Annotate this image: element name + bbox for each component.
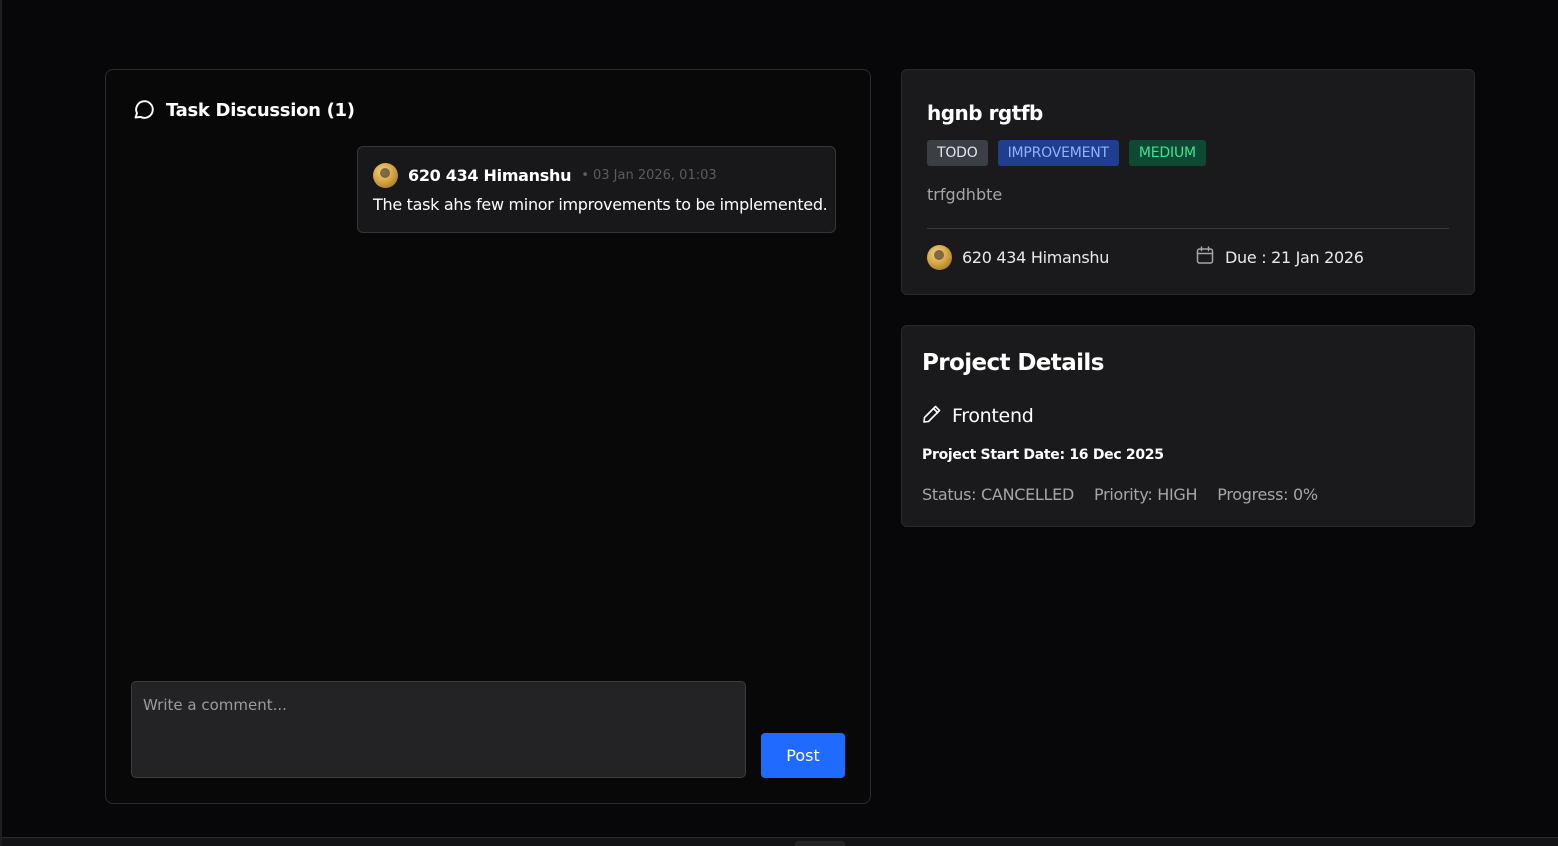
project-details-heading: Project Details <box>922 350 1104 376</box>
divider <box>927 228 1449 229</box>
comment-timestamp: • 03 Jan 2026, 01:03 <box>581 168 717 183</box>
bottom-bar <box>2 837 1558 846</box>
assignee-name: 620 434 Himanshu <box>962 248 1110 267</box>
project-status: Status: CANCELLED <box>922 485 1074 504</box>
avatar <box>927 245 952 270</box>
discussion-title: Task Discussion (1) <box>166 99 355 121</box>
task-badges: TODO IMPROVEMENT MEDIUM <box>927 140 1206 166</box>
comment-text: The task ahs few minor improvements to b… <box>373 195 828 214</box>
comment-item: 620 434 Himanshu • 03 Jan 2026, 01:03 Th… <box>357 146 836 233</box>
task-title: hgnb rgtfb <box>927 101 1043 125</box>
pencil-icon <box>922 404 942 428</box>
post-button[interactable]: Post <box>761 733 845 778</box>
task-due-date: Due : 21 Jan 2026 <box>1196 246 1364 269</box>
status-badge: TODO <box>927 140 988 166</box>
type-badge: IMPROVEMENT <box>997 140 1119 166</box>
project-name: Frontend <box>952 405 1034 427</box>
comment-header: 620 434 Himanshu • 03 Jan 2026, 01:03 <box>373 163 717 188</box>
project-start-date: Project Start Date: 16 Dec 2025 <box>922 447 1164 463</box>
task-description: trfgdhbte <box>927 185 1003 204</box>
priority-badge: MEDIUM <box>1128 140 1206 166</box>
project-progress: Progress: 0% <box>1217 485 1318 504</box>
comment-input[interactable] <box>131 681 746 778</box>
page: Task Discussion (1) 620 434 Himanshu • 0… <box>0 0 1558 846</box>
project-priority: Priority: HIGH <box>1094 485 1198 504</box>
due-date: Due : 21 Jan 2026 <box>1225 248 1364 267</box>
calendar-icon <box>1196 246 1214 269</box>
avatar <box>373 163 398 188</box>
discussion-header: Task Discussion (1) <box>132 98 355 122</box>
project-details-card: Project Details Frontend Project Start D… <box>901 325 1475 527</box>
discussion-panel: Task Discussion (1) 620 434 Himanshu • 0… <box>105 69 871 804</box>
project-name-row: Frontend <box>922 404 1034 428</box>
task-assignee: 620 434 Himanshu <box>927 245 1109 270</box>
chat-bubble-icon <box>132 98 156 122</box>
bottom-bar-handle <box>795 841 845 846</box>
comment-author: 620 434 Himanshu <box>408 166 572 185</box>
project-meta: Status: CANCELLED Priority: HIGH Progres… <box>922 485 1318 504</box>
task-card: hgnb rgtfb TODO IMPROVEMENT MEDIUM trfgd… <box>901 69 1475 295</box>
